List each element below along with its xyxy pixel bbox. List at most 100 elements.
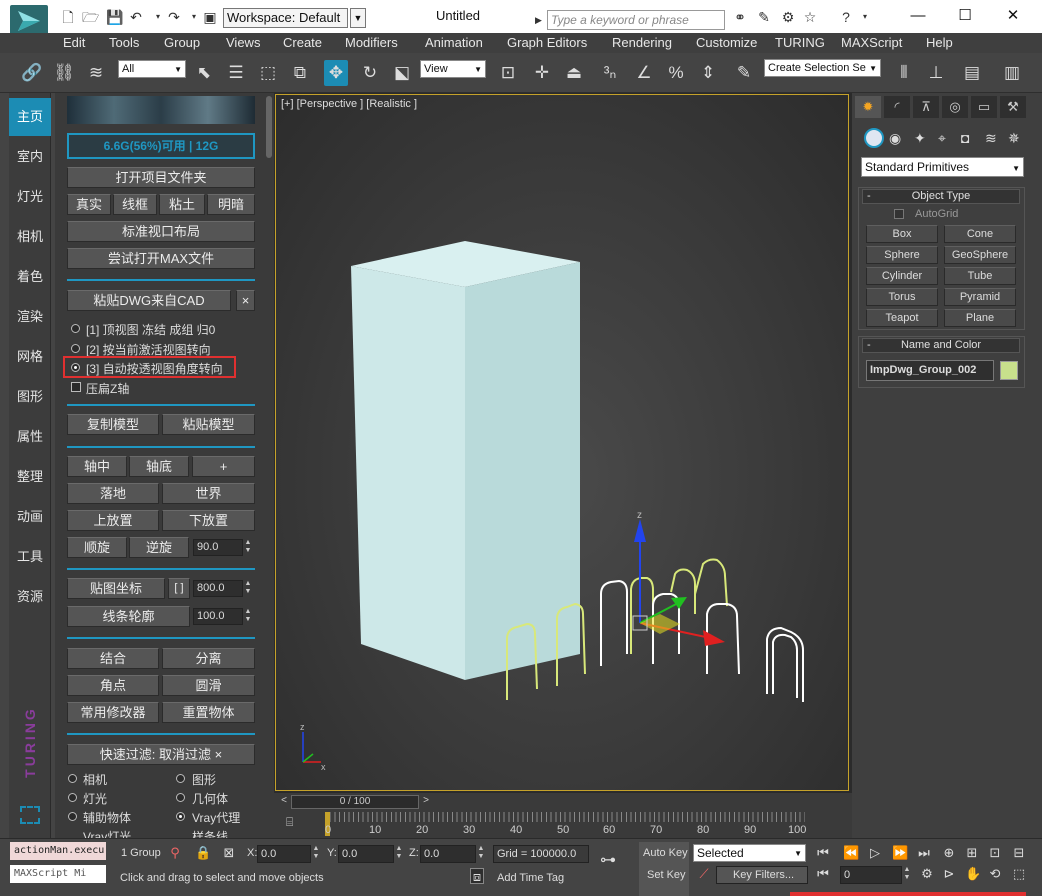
mode-shaded-button[interactable]: 明暗 [207, 194, 255, 215]
filter-lights-radio[interactable] [68, 793, 77, 802]
smooth-button[interactable]: 圆滑 [162, 675, 255, 696]
maxscript-listener-output[interactable]: actionMan.execu [10, 842, 106, 860]
window-crossing-icon[interactable]: ⧉ [288, 60, 312, 86]
sphere-button[interactable]: Sphere [866, 246, 938, 264]
communication-icon[interactable]: ⚙ [780, 9, 796, 25]
menu-views[interactable]: Views [226, 35, 260, 50]
reference-coordinate-dropdown[interactable]: View ▼ [420, 60, 486, 78]
binoculars-icon[interactable]: ⚭ [732, 9, 748, 25]
undo-dropdown-icon[interactable]: ▾ [150, 9, 166, 25]
previous-key-icon[interactable]: ⏪ [843, 845, 859, 861]
motion-tab-icon[interactable]: ◎ [942, 96, 968, 118]
selection-filter-dropdown[interactable]: All ▼ [118, 60, 186, 78]
sidebar-item-animation[interactable]: 动画 [9, 498, 51, 536]
object-name-input[interactable]: ImpDwg_Group_002 [866, 360, 994, 381]
pan-view-icon[interactable]: ✋ [965, 866, 981, 882]
play-icon[interactable]: ▷ [868, 845, 882, 861]
map-size-input[interactable]: 800.0 [193, 580, 243, 597]
sidebar-item-interior[interactable]: 室内 [9, 138, 51, 176]
mini-curve-editor-icon[interactable]: ⌸ [286, 815, 306, 831]
menu-tools[interactable]: Tools [109, 35, 139, 50]
object-color-swatch[interactable] [1000, 361, 1018, 380]
geosphere-button[interactable]: GeoSphere [944, 246, 1016, 264]
mode-clay-button[interactable]: 粘土 [159, 194, 205, 215]
redo-icon[interactable]: ↷ [166, 9, 182, 25]
open-project-folder-button[interactable]: 打开项目文件夹 [67, 167, 255, 188]
search-input[interactable]: Type a keyword or phrase [547, 10, 725, 30]
select-and-rotate-icon[interactable]: ↻ [358, 60, 382, 86]
select-and-link-icon[interactable]: 🔗 [20, 60, 44, 86]
x-coordinate-input[interactable]: 0.0 [257, 845, 311, 863]
combine-button[interactable]: 结合 [67, 648, 159, 669]
option-1-radio[interactable] [71, 324, 80, 333]
tube-button[interactable]: Tube [944, 267, 1016, 285]
field-of-view-icon[interactable]: ⊳ [942, 866, 956, 882]
filter-lights-label[interactable]: 灯光 [83, 790, 107, 807]
angle-snap-icon[interactable]: ∠ [632, 60, 656, 86]
pivot-bottom-button[interactable]: 轴底 [129, 456, 189, 477]
unlink-selection-icon[interactable]: ⛓ [52, 60, 76, 86]
select-manipulate-icon[interactable]: ✛ [530, 60, 554, 86]
cone-button[interactable]: Cone [944, 225, 1016, 243]
select-and-scale-icon[interactable]: ⬕ [390, 60, 414, 86]
isolate-selection-icon[interactable]: ⚲ [168, 845, 182, 861]
current-frame-input[interactable]: 0 [840, 866, 902, 884]
sidebar-item-organize[interactable]: 整理 [9, 458, 51, 496]
rollout-collapse-icon[interactable]: - [867, 190, 871, 203]
track-bar[interactable] [325, 812, 805, 822]
time-slider[interactable]: 0 / 100 [291, 795, 419, 809]
menu-edit[interactable]: Edit [63, 35, 85, 50]
try-open-max-file-button[interactable]: 尝试打开MAX文件 [67, 248, 255, 269]
bind-to-space-warp-icon[interactable]: ≋ [84, 60, 108, 86]
mode-wireframe-button[interactable]: 线框 [113, 194, 157, 215]
object-type-header[interactable]: - Object Type [862, 189, 1020, 204]
sidebar-item-lights[interactable]: 灯光 [9, 178, 51, 216]
rollout-collapse-icon[interactable]: - [867, 339, 871, 352]
display-tab-icon[interactable]: ▭ [971, 96, 997, 118]
sidebar-item-properties[interactable]: 属性 [9, 418, 51, 456]
menu-customize[interactable]: Customize [696, 35, 757, 50]
add-time-tag-label[interactable]: Add Time Tag [497, 872, 564, 884]
frame-spinner-icon[interactable]: ▲ ▼ [902, 866, 912, 883]
maxscript-mini-listener[interactable]: MAXScript Mi [10, 865, 106, 883]
z-spinner-icon[interactable]: ▲ ▼ [476, 845, 486, 862]
filter-shapes-label[interactable]: 图形 [192, 771, 216, 788]
cylinder-button[interactable]: Cylinder [866, 267, 938, 285]
common-modifiers-button[interactable]: 常用修改器 [67, 702, 159, 723]
outline-size-spinner-icon[interactable]: ▲ ▼ [243, 608, 253, 625]
maximize-viewport-icon[interactable]: ⬚ [1012, 866, 1026, 882]
shapes-category-icon[interactable]: ◉ [889, 130, 901, 147]
reset-object-button[interactable]: 重置物体 [162, 702, 255, 723]
x-spinner-icon[interactable]: ▲ ▼ [311, 845, 321, 862]
systems-category-icon[interactable]: ✵ [1008, 130, 1020, 147]
next-key-icon[interactable]: ⏩ [892, 845, 908, 861]
create-tab-icon[interactable]: ✹ [855, 96, 881, 118]
pivot-center-button[interactable]: 轴中 [67, 456, 127, 477]
panel-scrollbar[interactable] [266, 96, 272, 158]
set-key-mode-icon[interactable]: ⊶ [600, 850, 616, 870]
new-file-icon[interactable]: 🗋 [60, 9, 76, 25]
zoom-all-icon[interactable]: ⊞ [965, 845, 979, 861]
next-frame-icon[interactable]: > [420, 795, 432, 809]
sidebar-item-shading[interactable]: 着色 [9, 258, 51, 296]
selection-lock-icon[interactable]: 🔒 [195, 845, 211, 861]
go-to-end-icon[interactable]: ⏭ [917, 845, 931, 861]
filter-camera-label[interactable]: 相机 [83, 771, 107, 788]
favorites-star-icon[interactable]: ☆ [802, 9, 818, 25]
close-button[interactable]: ✕ [995, 4, 1031, 28]
filter-geometry-radio[interactable] [176, 793, 185, 802]
z-coordinate-input[interactable]: 0.0 [420, 845, 476, 863]
region-select-icon[interactable] [20, 806, 40, 824]
name-color-header[interactable]: - Name and Color [862, 338, 1020, 353]
prev-frame-icon[interactable]: < [278, 795, 290, 809]
menu-animation[interactable]: Animation [425, 35, 483, 50]
utilities-tab-icon[interactable]: ⚒ [1000, 96, 1026, 118]
flatten-z-label[interactable]: 压扁Z轴 [86, 380, 129, 397]
lights-category-icon[interactable]: ✦ [914, 130, 926, 147]
key-filters-button[interactable]: Key Filters... [716, 866, 808, 884]
box-button[interactable]: Box [866, 225, 938, 243]
standard-viewport-layout-button[interactable]: 标准视口布局 [67, 221, 255, 242]
maximize-button[interactable]: ☐ [947, 4, 983, 28]
close-dwg-button[interactable]: × [236, 290, 255, 311]
filter-helpers-radio[interactable] [68, 812, 77, 821]
